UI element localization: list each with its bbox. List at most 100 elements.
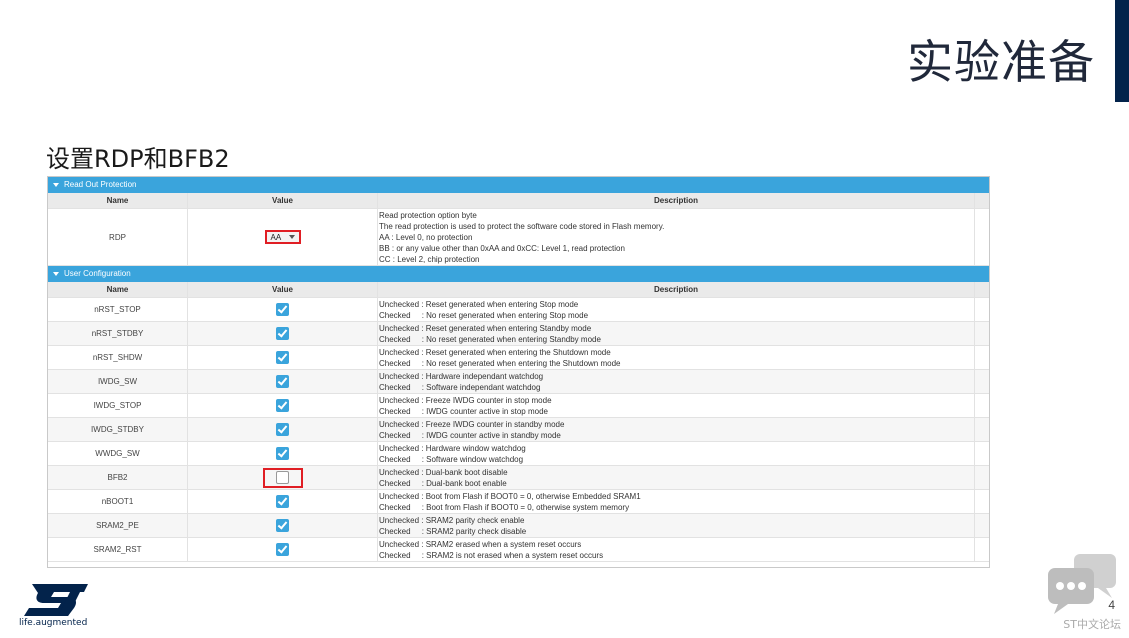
collapse-triangle-icon[interactable] [53,272,59,276]
rdp-level-dropdown[interactable]: AA [264,230,301,244]
desc-line: Checked : Dual-bank boot enable [379,478,507,488]
table-header-row: Name Value Description [48,193,989,209]
column-header-value: Value [188,193,378,208]
table-row: IWDG_SW Unchecked : Hardware independant … [48,370,989,394]
column-spacer [975,298,989,321]
row-name: SRAM2_RST [48,538,188,561]
column-spacer [975,394,989,417]
desc-line: Unchecked : Boot from Flash if BOOT0 = 0… [379,491,641,501]
iwdg-sw-checkbox[interactable] [276,375,289,388]
row-value [188,466,378,489]
nrst-stop-checkbox[interactable] [276,303,289,316]
column-spacer [975,442,989,465]
desc-line: Checked : SRAM2 parity check disable [379,526,527,536]
row-name: IWDG_STDBY [48,418,188,441]
nrst-shdw-checkbox[interactable] [276,351,289,364]
table-header-row: Name Value Description [48,282,989,298]
desc-line: Unchecked : Reset generated when enterin… [379,347,611,357]
desc-line: Checked : IWDG counter active in standby… [379,430,561,440]
column-spacer [975,466,989,489]
table-row: WWDG_SW Unchecked : Hardware window watch… [48,442,989,466]
desc-line: Checked : No reset generated when enteri… [379,358,621,368]
desc-line: Unchecked : Dual-bank boot disable [379,467,508,477]
table-row: SRAM2_RST Unchecked : SRAM2 erased when a… [48,538,989,562]
desc-line: Checked : Boot from Flash if BOOT0 = 0, … [379,502,630,512]
column-spacer [975,538,989,561]
highlight-box [262,467,303,488]
row-description: Unchecked : Reset generated when enterin… [378,322,975,345]
desc-line: Read protection option byte [379,211,477,220]
desc-line: Unchecked : SRAM2 parity check enable [379,515,525,525]
column-header-name: Name [48,282,188,297]
column-header-value: Value [188,282,378,297]
row-description: Unchecked : Freeze IWDG counter in stand… [378,418,975,441]
row-value [188,418,378,441]
collapse-triangle-icon[interactable] [53,183,59,187]
column-header-name: Name [48,193,188,208]
desc-line: The read protection is used to protect t… [379,222,665,231]
row-description: Unchecked : Dual-bank boot disable Checke… [378,466,975,489]
desc-line: Unchecked : Reset generated when enterin… [379,299,579,309]
table-row: IWDG_STDBY Unchecked : Freeze IWDG counte… [48,418,989,442]
table-row: IWDG_STOP Unchecked : Freeze IWDG counter… [48,394,989,418]
row-name: WWDG_SW [48,442,188,465]
row-name: IWDG_SW [48,370,188,393]
desc-line: Checked : SRAM2 is not erased when a sys… [379,550,604,560]
row-description: Unchecked : SRAM2 erased when a system r… [378,538,975,561]
chevron-down-icon [288,235,295,239]
row-description: Unchecked : Reset generated when enterin… [378,298,975,321]
desc-line: Checked : IWDG counter active in stop mo… [379,406,548,416]
nrst-stdby-checkbox[interactable] [276,327,289,340]
sram2-pe-checkbox[interactable] [276,519,289,532]
row-name: RDP [48,209,188,265]
section-label: Read Out Protection [64,180,137,189]
row-name: SRAM2_PE [48,514,188,537]
desc-line: BB : or any value other than 0xAA and 0x… [379,244,625,253]
table-row: nRST_STOP Unchecked : Reset generated whe… [48,298,989,322]
desc-line: Checked : No reset generated when enteri… [379,334,601,344]
title-accent-bar [1115,0,1129,102]
row-value [188,346,378,369]
table-row: nBOOT1 Unchecked : Boot from Flash if BOO… [48,490,989,514]
column-spacer [975,514,989,537]
table-row: nRST_SHDW Unchecked : Reset generated whe… [48,346,989,370]
row-value [188,394,378,417]
row-value [188,322,378,345]
desc-line: Unchecked : Freeze IWDG counter in stand… [379,419,565,429]
column-spacer [975,193,989,208]
section-header-read-out-protection[interactable]: Read Out Protection [48,177,989,193]
section-header-user-configuration[interactable]: User Configuration [48,266,989,282]
row-name: nBOOT1 [48,490,188,513]
column-spacer [975,209,989,265]
sram2-rst-checkbox[interactable] [276,543,289,556]
section-label: User Configuration [64,269,131,278]
table-row: BFB2 Unchecked : Dual-bank boot disable Ch… [48,466,989,490]
row-description: Read protection option byte The read pro… [378,209,975,265]
option-bytes-panel: Read Out Protection Name Value Descripti… [47,176,990,568]
row-value [188,370,378,393]
nboot1-checkbox[interactable] [276,495,289,508]
desc-line: Unchecked : Freeze IWDG counter in stop … [379,395,552,405]
wwdg-sw-checkbox[interactable] [276,447,289,460]
table-row-rdp: RDP AA Read protection option byte The r… [48,209,989,266]
column-spacer [975,490,989,513]
column-spacer [975,322,989,345]
iwdg-stdby-checkbox[interactable] [276,423,289,436]
forum-label: ST中文论坛 [1063,618,1121,631]
row-value [188,514,378,537]
desc-line: AA : Level 0, no protection [379,233,473,242]
desc-line: Unchecked : Reset generated when enterin… [379,323,592,333]
row-description: Unchecked : Reset generated when enterin… [378,346,975,369]
desc-line: Checked : No reset generated when enteri… [379,310,589,320]
row-name: nRST_STDBY [48,322,188,345]
slide-title: 实验准备 [907,35,1095,89]
row-description: Unchecked : Boot from Flash if BOOT0 = 0… [378,490,975,513]
row-value: AA [188,209,378,265]
row-name: nRST_SHDW [48,346,188,369]
row-value [188,298,378,321]
row-name: nRST_STOP [48,298,188,321]
table-row: nRST_STDBY Unchecked : Reset generated wh… [48,322,989,346]
column-spacer [975,346,989,369]
iwdg-stop-checkbox[interactable] [276,399,289,412]
row-description: Unchecked : Hardware independant watchdo… [378,370,975,393]
